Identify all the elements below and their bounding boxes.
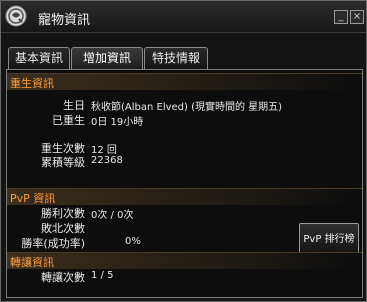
title-bar[interactable]: 寵物資訊 _ × xyxy=(1,1,366,33)
tab-additional-info[interactable]: 增加資訊 xyxy=(71,47,143,70)
cumulative-level-label: 累積等級 xyxy=(41,156,85,169)
wins-value: 0次 / 0次 xyxy=(91,210,134,221)
transfer-count-label: 轉讓次數 xyxy=(41,271,85,284)
losses-label: 敗北次數 xyxy=(41,222,85,235)
additional-info-panel: 重生資訊 生日 秋收節(Alban Elved) (現實時間的 星期五) 已重生… xyxy=(6,69,363,298)
rebirth-elapsed-value: 0日 19小時 xyxy=(91,117,144,128)
birthday-label: 生日 xyxy=(63,99,85,112)
pet-icon xyxy=(5,5,27,27)
rebirth-section-header: 重生資訊 xyxy=(7,73,362,90)
tab-basic-info[interactable]: 基本資訊 xyxy=(8,47,70,69)
tab-skill-info[interactable]: 特技情報 xyxy=(144,47,208,69)
minimize-button[interactable]: _ xyxy=(334,10,348,24)
transfer-count-value: 1 / 5 xyxy=(91,270,114,281)
rebirth-elapsed-label: 已重生 xyxy=(52,114,85,127)
cumulative-level-value: 22368 xyxy=(91,155,123,166)
close-button[interactable]: × xyxy=(350,10,364,24)
transfer-section-header: 轉讓資訊 xyxy=(7,252,362,269)
win-rate-value: 0% xyxy=(125,236,141,247)
win-rate-label: 勝率(成功率) xyxy=(21,237,85,250)
rebirth-count-value: 12 回 xyxy=(91,145,117,156)
rebirth-section-title: 重生資訊 xyxy=(10,77,54,90)
wins-label: 勝利次數 xyxy=(41,207,85,220)
transfer-section-title: 轉讓資訊 xyxy=(10,256,54,269)
pvp-section-header: PvP 資訊 xyxy=(7,188,362,205)
pvp-section-title: PvP 資訊 xyxy=(10,192,56,205)
window-title: 寵物資訊 xyxy=(38,13,91,28)
birthday-value: 秋收節(Alban Elved) (現實時間的 星期五) xyxy=(91,102,283,113)
pet-info-window: 寵物資訊 _ × 基本資訊 增加資訊 特技情報 重生資訊 生日 秋收節(Alba… xyxy=(0,0,367,302)
